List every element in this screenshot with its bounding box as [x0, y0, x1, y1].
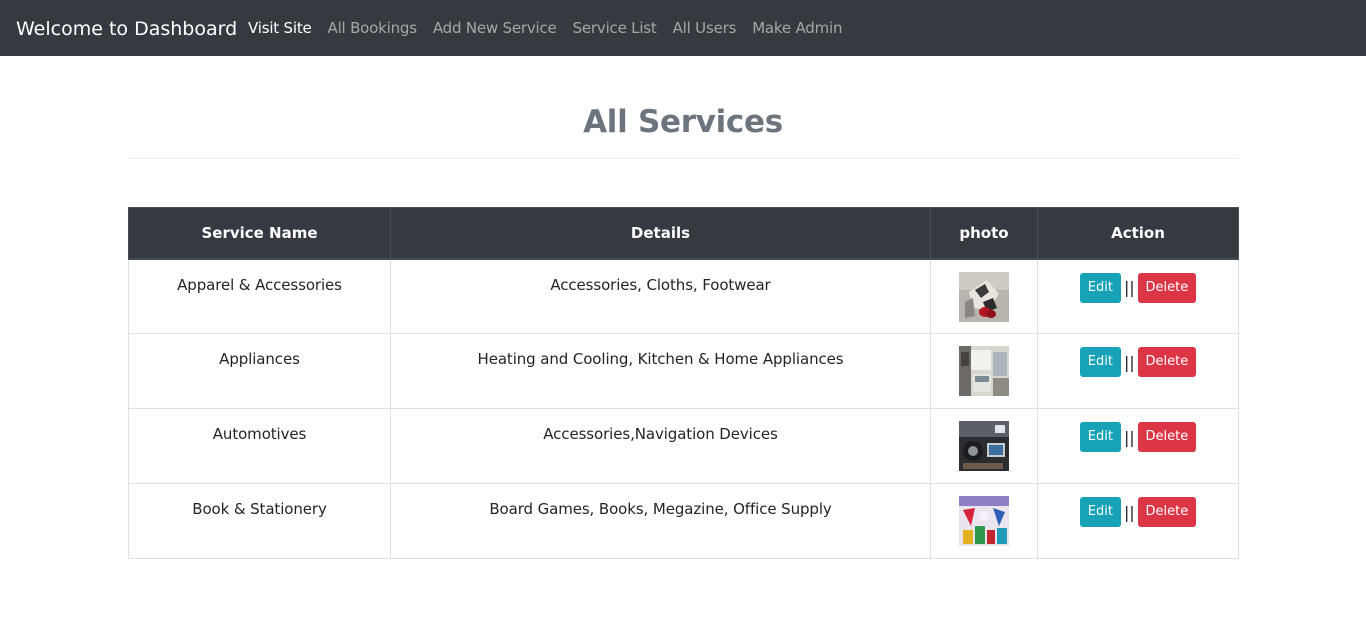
service-photo-cell: [930, 408, 1038, 484]
service-details-cell: Heating and Cooling, Kitchen & Home Appl…: [390, 333, 931, 409]
table-header-row: Service Name Details photo Action: [128, 207, 1239, 260]
nav-links: Visit Site All Bookings Add New Service …: [240, 0, 850, 56]
service-photo-cell: [930, 483, 1038, 559]
service-actions-cell: Edit || Delete: [1037, 483, 1239, 559]
service-details-cell: Board Games, Books, Megazine, Office Sup…: [390, 483, 931, 559]
delete-button[interactable]: Delete: [1137, 272, 1197, 303]
apparel-photo: [959, 271, 1009, 322]
automotives-photo: [959, 421, 1009, 471]
page-title: All Services: [583, 104, 783, 140]
nav-link-all-users[interactable]: All Users: [665, 0, 745, 57]
book-stationery-photo: [959, 496, 1009, 546]
edit-button[interactable]: Edit: [1079, 497, 1121, 527]
navbar-brand[interactable]: Welcome to Dashboard: [16, 0, 237, 56]
nav-link-visit-site[interactable]: Visit Site: [240, 0, 320, 57]
header-service-name: Service Name: [128, 207, 391, 260]
top-navbar: Welcome to Dashboard Visit Site All Book…: [0, 0, 1366, 56]
table-row: Apparel & Accessories Accessories, Cloth…: [128, 258, 1239, 334]
services-table: Service Name Details photo Action Appare…: [128, 207, 1239, 559]
service-name-cell: Book & Stationery: [128, 483, 391, 559]
table-row: Automotives Accessories,Navigation Devic…: [128, 408, 1239, 484]
service-details-cell: Accessories,Navigation Devices: [390, 408, 931, 484]
action-separator: ||: [1123, 352, 1135, 372]
action-separator: ||: [1123, 427, 1135, 447]
service-actions-cell: Edit || Delete: [1037, 333, 1239, 409]
header-photo: photo: [930, 207, 1038, 260]
action-separator: ||: [1123, 502, 1135, 522]
nav-link-service-list[interactable]: Service List: [565, 0, 665, 57]
service-details-cell: Accessories, Cloths, Footwear: [390, 258, 931, 334]
title-divider: [128, 158, 1238, 159]
delete-button[interactable]: Delete: [1137, 422, 1197, 452]
delete-button[interactable]: Delete: [1137, 347, 1197, 377]
edit-button[interactable]: Edit: [1079, 422, 1121, 452]
service-photo-cell: [930, 333, 1038, 409]
header-action: Action: [1037, 207, 1239, 260]
service-actions-cell: Edit || Delete: [1037, 258, 1239, 334]
delete-button[interactable]: Delete: [1137, 497, 1197, 527]
appliances-photo: [959, 346, 1009, 396]
nav-link-add-new-service[interactable]: Add New Service: [425, 0, 565, 57]
header-details: Details: [390, 207, 931, 260]
table-row: Book & Stationery Board Games, Books, Me…: [128, 483, 1239, 559]
service-name-cell: Appliances: [128, 333, 391, 409]
action-separator: ||: [1123, 278, 1135, 297]
service-photo-cell: [930, 258, 1038, 334]
edit-button[interactable]: Edit: [1079, 272, 1121, 303]
service-actions-cell: Edit || Delete: [1037, 408, 1239, 484]
table-row: Appliances Heating and Cooling, Kitchen …: [128, 333, 1239, 409]
nav-link-all-bookings[interactable]: All Bookings: [320, 0, 425, 57]
nav-link-make-admin[interactable]: Make Admin: [744, 0, 850, 57]
edit-button[interactable]: Edit: [1079, 347, 1121, 377]
service-name-cell: Automotives: [128, 408, 391, 484]
service-name-cell: Apparel & Accessories: [128, 258, 391, 334]
